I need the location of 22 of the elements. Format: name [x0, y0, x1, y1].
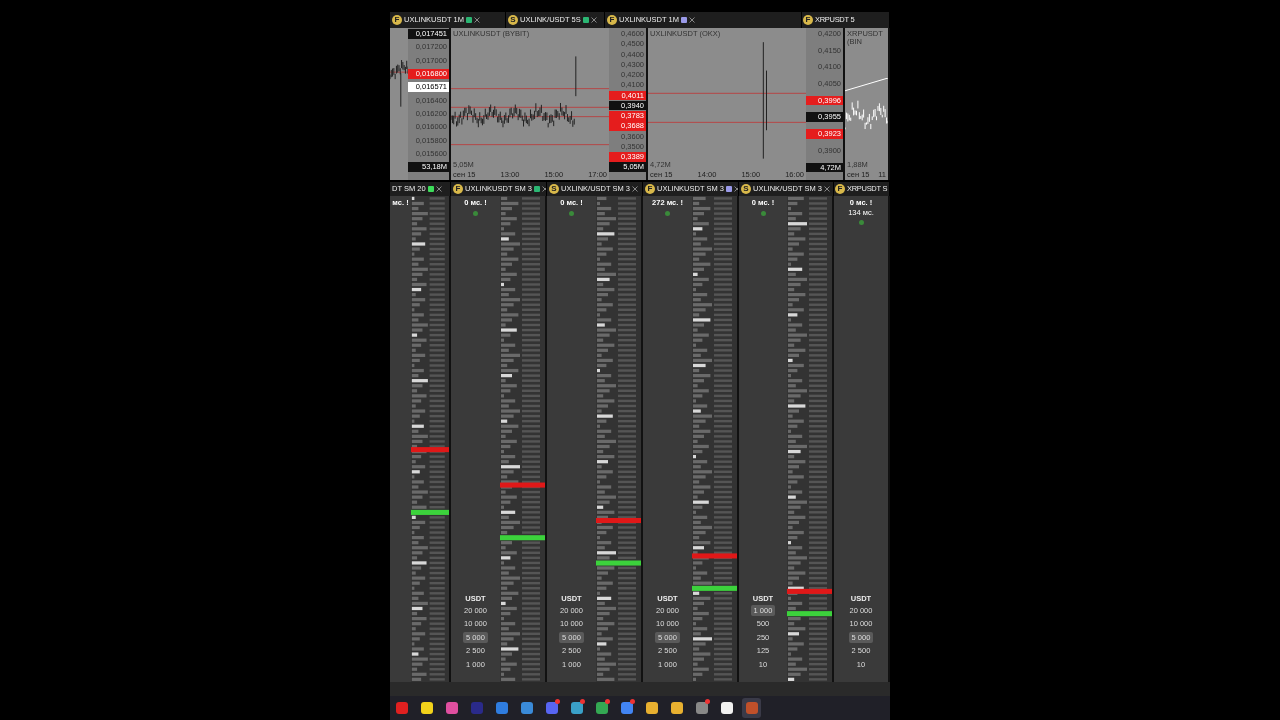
status-dot	[473, 210, 478, 216]
status-dot	[858, 220, 864, 225]
status-dot	[760, 210, 766, 216]
close-icon[interactable]	[733, 186, 738, 192]
badge-icon: S	[549, 184, 559, 194]
close-icon[interactable]	[541, 186, 546, 192]
badge-icon: F	[453, 184, 463, 194]
close-icon[interactable]	[590, 17, 597, 23]
badge-icon: S	[508, 15, 518, 25]
badge-icon: F	[392, 15, 402, 25]
close-icon[interactable]	[473, 17, 480, 23]
close-icon[interactable]	[632, 186, 639, 192]
badge-icon: S	[741, 184, 751, 194]
badge-icon: F	[645, 184, 655, 194]
badge-icon: F	[835, 184, 845, 194]
close-icon[interactable]	[824, 186, 831, 192]
badge-icon: F	[607, 15, 617, 25]
close-icon[interactable]	[435, 186, 442, 192]
badge-icon: F	[803, 15, 813, 25]
close-icon[interactable]	[688, 17, 695, 23]
status-dot	[665, 210, 670, 216]
status-dot	[569, 210, 574, 216]
